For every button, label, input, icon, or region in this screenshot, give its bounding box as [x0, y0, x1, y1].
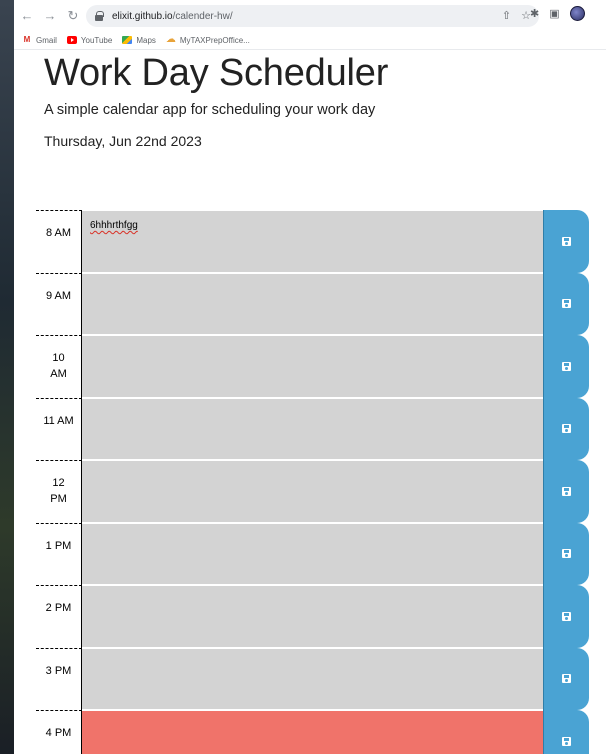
hour-label: 11 AM [36, 397, 82, 460]
page-title: Work Day Scheduler [44, 52, 389, 94]
bookmark-mytaxprep[interactable]: ☁ MyTAXPrepOffice... [165, 34, 250, 45]
hour-label: 2 PM [36, 585, 82, 648]
youtube-icon [66, 36, 77, 44]
time-block-1pm: 1 PM [36, 522, 589, 585]
hour-label: 1 PM [36, 522, 82, 585]
bookmark-youtube[interactable]: YouTube [66, 35, 113, 45]
page-lead: A simple calendar app for scheduling you… [44, 102, 376, 118]
event-textarea[interactable] [82, 710, 543, 754]
save-button[interactable] [543, 210, 589, 273]
address-bar[interactable]: elixit.github.io/calender-hw/ ⇧ ☆ [86, 5, 539, 27]
floppy-disk-icon [562, 736, 571, 746]
event-textarea[interactable] [82, 272, 543, 335]
reload-icon[interactable]: ↻ [63, 6, 83, 26]
floppy-disk-icon [562, 486, 571, 496]
bookmark-label: YouTube [80, 35, 113, 45]
time-block-8am: 8 AM 6hhhrthfgg [36, 210, 589, 273]
address-bar-actions: ⇧ ☆ [502, 9, 531, 22]
current-day: Thursday, Jun 22nd 2023 [44, 133, 202, 149]
event-textarea[interactable] [82, 335, 543, 398]
bookmark-label: Gmail [36, 35, 57, 45]
floppy-disk-icon [562, 611, 571, 621]
browser-window: ← → ↻ elixit.github.io/calender-hw/ ⇧ ☆ … [14, 0, 606, 754]
event-text: 6hhhrthfgg [90, 220, 138, 231]
time-block-4pm: 4 PM [36, 710, 589, 754]
browser-toolbar: ← → ↻ elixit.github.io/calender-hw/ ⇧ ☆ … [14, 0, 606, 31]
time-block-10am: 10 AM [36, 335, 589, 398]
browser-actions: ✱ ▣ [530, 6, 585, 21]
save-button[interactable] [543, 272, 589, 335]
bookmark-maps[interactable]: Maps [122, 36, 156, 45]
hour-label: 9 AM [36, 272, 82, 335]
event-textarea[interactable] [82, 522, 543, 585]
floppy-disk-icon [562, 361, 571, 371]
event-textarea[interactable] [82, 397, 543, 460]
save-button[interactable] [543, 710, 589, 754]
time-block-2pm: 2 PM [36, 585, 589, 648]
time-block-9am: 9 AM [36, 272, 589, 335]
maps-icon [122, 36, 133, 44]
bookmark-gmail[interactable]: M Gmail [22, 36, 57, 45]
event-textarea[interactable] [82, 585, 543, 648]
cloud-icon: ☁ [165, 34, 176, 45]
profile-avatar[interactable] [569, 6, 585, 21]
side-panel-icon[interactable]: ▣ [549, 7, 559, 20]
timeblock-list: 8 AM 6hhhrthfgg 9 AM 10 AM 11 AM 12 PM 1… [36, 210, 589, 754]
floppy-disk-icon [562, 674, 571, 684]
scheduler-page: Work Day Scheduler A simple calendar app… [14, 51, 606, 754]
event-textarea[interactable]: 6hhhrthfgg [82, 210, 543, 273]
floppy-disk-icon [562, 549, 571, 559]
gmail-icon: M [23, 35, 31, 44]
lock-icon [94, 11, 104, 21]
hour-label: 10 AM [36, 335, 82, 398]
hour-label: 4 PM [36, 710, 82, 754]
save-button[interactable] [543, 522, 589, 585]
forward-arrow-icon[interactable]: → [40, 6, 60, 26]
share-icon[interactable]: ⇧ [502, 9, 511, 22]
floppy-disk-icon [562, 424, 571, 434]
event-textarea[interactable] [82, 460, 543, 523]
save-button[interactable] [543, 460, 589, 523]
desktop-background [0, 0, 14, 754]
bookmark-label: MyTAXPrepOffice... [179, 35, 250, 45]
save-button[interactable] [543, 647, 589, 710]
url-text: elixit.github.io/calender-hw/ [112, 11, 233, 22]
url-host: elixit.github.io [112, 10, 173, 22]
extensions-puzzle-icon[interactable]: ✱ [530, 7, 539, 20]
hour-label: 12 PM [36, 460, 82, 523]
back-arrow-icon[interactable]: ← [17, 6, 37, 26]
time-block-3pm: 3 PM [36, 647, 589, 710]
hour-label: 3 PM [36, 647, 82, 710]
hour-label: 8 AM [36, 210, 82, 273]
time-block-11am: 11 AM [36, 397, 589, 460]
event-textarea[interactable] [82, 647, 543, 710]
url-path: /calender-hw/ [172, 10, 233, 22]
save-button[interactable] [543, 335, 589, 398]
nav-buttons: ← → ↻ [17, 6, 83, 26]
save-button[interactable] [543, 585, 589, 648]
save-button[interactable] [543, 397, 589, 460]
floppy-disk-icon [562, 299, 571, 309]
bookmarks-bar: M Gmail YouTube Maps ☁ MyTAXPrepOffice..… [14, 31, 606, 50]
bookmark-label: Maps [136, 35, 156, 45]
floppy-disk-icon [562, 236, 571, 246]
time-block-12pm: 12 PM [36, 460, 589, 523]
